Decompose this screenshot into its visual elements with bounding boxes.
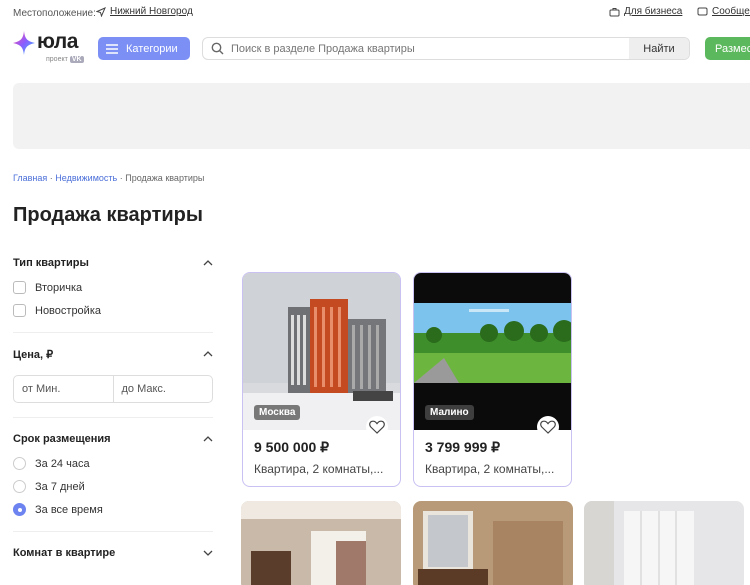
- heart-icon[interactable]: [366, 416, 388, 438]
- filter-option-new[interactable]: Новостройка: [13, 299, 213, 322]
- listing-city: Малино: [425, 405, 474, 420]
- chevron-up-icon: [203, 436, 213, 442]
- ad-banner: [13, 83, 750, 149]
- logo[interactable]: юла проект VK: [12, 30, 92, 66]
- page-title: Продажа квартиры: [13, 204, 203, 226]
- listing-photo[interactable]: [241, 501, 401, 585]
- menu-icon: [106, 43, 118, 54]
- period-option-7d[interactable]: За 7 дней: [13, 475, 213, 498]
- listing-photo[interactable]: [413, 501, 573, 585]
- listing-photo[interactable]: [584, 501, 744, 585]
- price-range: от Мин. до Макс.: [13, 375, 213, 403]
- listing-photo[interactable]: Москва: [243, 273, 400, 438]
- search-input[interactable]: [231, 42, 629, 55]
- radio[interactable]: [13, 457, 26, 470]
- filters-panel: Тип квартиры Вторичка Новостройка Цена, …: [13, 250, 213, 566]
- business-link[interactable]: Для бизнеса: [609, 6, 682, 17]
- search-button[interactable]: Найти: [629, 38, 689, 59]
- breadcrumb: Главная · Недвижимость · Продажа квартир…: [13, 173, 205, 183]
- search-icon: [203, 42, 231, 55]
- filter-period: Срок размещения За 24 часа За 7 дней За …: [13, 418, 213, 532]
- star-logo-icon: [13, 31, 35, 55]
- briefcase-icon: [609, 7, 620, 16]
- chevron-down-icon: [203, 550, 213, 556]
- top-bar: Местоположение: Нижний Новгород Для бизн…: [0, 0, 750, 26]
- search-bar: Найти: [202, 37, 690, 60]
- filter-period-header[interactable]: Срок размещения: [13, 426, 213, 452]
- logo-word: юла: [37, 30, 78, 53]
- filter-rooms-header[interactable]: Комнат в квартире: [13, 540, 213, 566]
- price-to-input[interactable]: до Макс.: [112, 376, 213, 402]
- radio[interactable]: [13, 480, 26, 493]
- listing-card[interactable]: Малино 3 799 999 ₽ Квартира, 2 комнаты,.…: [413, 272, 572, 487]
- listing-city: Москва: [254, 405, 301, 420]
- post-ad-button[interactable]: Разместить: [705, 37, 750, 60]
- filter-price: Цена, ₽ от Мин. до Макс.: [13, 333, 213, 418]
- period-option-24h[interactable]: За 24 часа: [13, 452, 213, 475]
- logo-sub: проект VK: [46, 56, 84, 63]
- heart-icon[interactable]: [537, 416, 559, 438]
- price-from-input[interactable]: от Мин.: [14, 376, 113, 402]
- listing-price: 3 799 999 ₽: [425, 439, 501, 455]
- filter-rooms: Комнат в квартире: [13, 532, 213, 566]
- messages-link-label: Сообщения: [712, 6, 750, 17]
- listing-title[interactable]: Квартира, 2 комнаты,...: [254, 462, 400, 476]
- filter-type: Тип квартиры Вторичка Новостройка: [13, 250, 213, 333]
- location-value: Нижний Новгород: [110, 6, 193, 17]
- filter-price-header[interactable]: Цена, ₽: [13, 341, 213, 367]
- listing-card[interactable]: Москва 9 500 000 ₽ Квартира, 2 комнаты,.…: [242, 272, 401, 487]
- filter-option-secondary[interactable]: Вторичка: [13, 276, 213, 299]
- listing-title[interactable]: Квартира, 2 комнаты,...: [425, 462, 571, 476]
- listing-price: 9 500 000 ₽: [254, 439, 330, 455]
- categories-button[interactable]: Категории: [98, 37, 190, 60]
- breadcrumb-current: Продажа квартиры: [125, 173, 205, 183]
- categories-label: Категории: [126, 42, 178, 55]
- location-label: Местоположение:: [13, 8, 96, 19]
- breadcrumb-realty[interactable]: Недвижимость: [55, 173, 117, 183]
- business-link-label: Для бизнеса: [624, 6, 683, 17]
- checkbox[interactable]: [13, 281, 26, 294]
- chevron-up-icon: [203, 351, 213, 357]
- location-arrow-icon: [96, 6, 106, 17]
- radio-selected[interactable]: [13, 503, 26, 516]
- listing-photo[interactable]: Малино: [414, 273, 571, 438]
- checkbox[interactable]: [13, 304, 26, 317]
- message-icon: [697, 7, 708, 15]
- chevron-up-icon: [203, 260, 213, 266]
- location-link[interactable]: Нижний Новгород: [96, 6, 193, 17]
- filter-type-header[interactable]: Тип квартиры: [13, 250, 213, 276]
- messages-link[interactable]: Сообщения: [697, 6, 750, 17]
- breadcrumb-home[interactable]: Главная: [13, 173, 47, 183]
- period-option-all[interactable]: За все время: [13, 498, 213, 521]
